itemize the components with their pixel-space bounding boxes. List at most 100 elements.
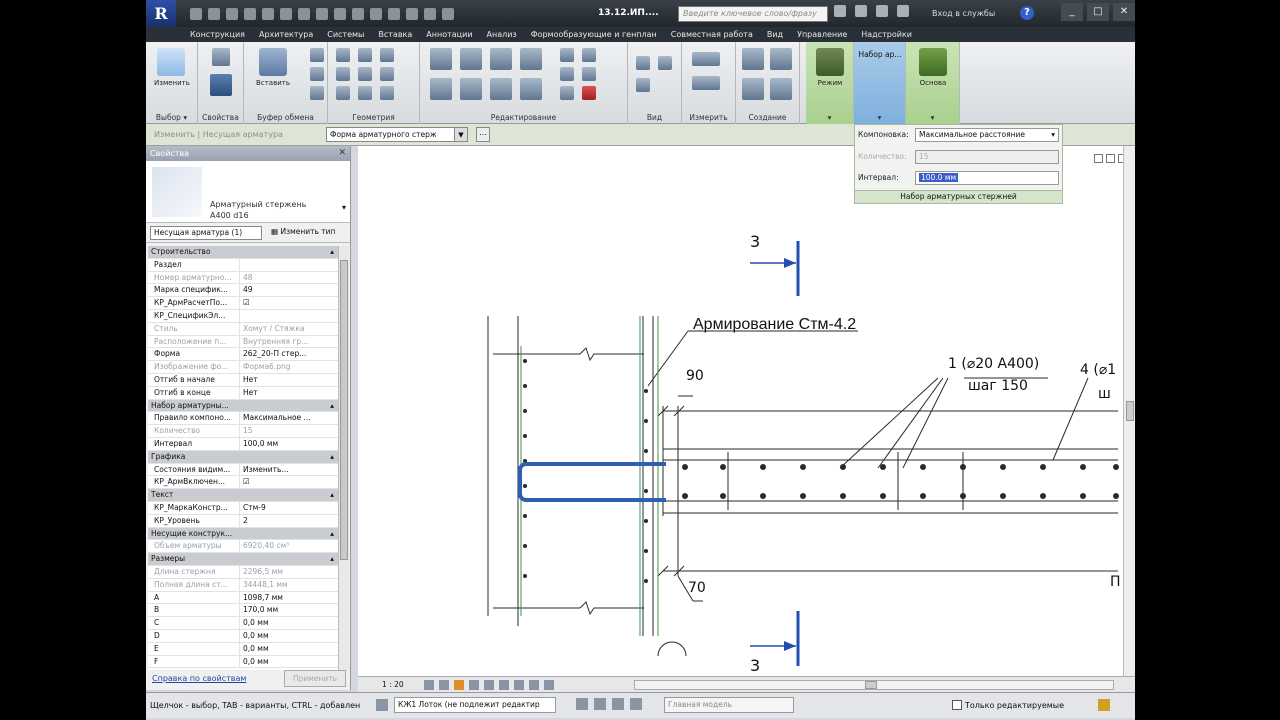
mirror-axis-icon[interactable] xyxy=(490,48,512,70)
property-row[interactable]: КР_Уровень 2 xyxy=(148,514,338,528)
property-value[interactable] xyxy=(240,310,338,322)
thin-lines-icon[interactable] xyxy=(406,7,418,20)
mirror-draw-icon[interactable] xyxy=(520,48,542,70)
sign-in-link[interactable]: Вход в службы xyxy=(932,9,995,18)
select-dropdown[interactable]: Выбор ▾ xyxy=(146,113,197,122)
align-icon[interactable] xyxy=(430,48,452,70)
property-group-header[interactable]: Строительство ▴ xyxy=(148,246,338,259)
sync-icon[interactable] xyxy=(226,7,238,20)
split-icon[interactable] xyxy=(560,48,574,62)
property-row[interactable]: Длина стержня 2296,5 мм xyxy=(148,565,338,579)
filter-funnel-icon[interactable] xyxy=(1098,699,1110,711)
property-value[interactable] xyxy=(240,259,338,271)
design-option-select[interactable]: Главная модель xyxy=(664,697,794,713)
rotate-icon[interactable] xyxy=(490,78,512,100)
create-parts-icon[interactable] xyxy=(770,48,792,70)
property-value[interactable]: Стм-9 xyxy=(240,502,338,514)
chevron-down-icon[interactable]: ▾ xyxy=(342,203,346,212)
crop-view-icon[interactable] xyxy=(484,680,494,690)
detail-level-icon[interactable] xyxy=(424,680,434,690)
split-face-icon[interactable] xyxy=(358,67,372,81)
property-row[interactable]: Отгиб в начале Нет xyxy=(148,373,338,387)
property-row[interactable]: Стиль Хомут / Стяжка xyxy=(148,322,338,336)
active-workset-select[interactable]: КЖ1 Лоток (не подлежит редактир xyxy=(394,697,556,713)
minimize-icon[interactable] xyxy=(1094,154,1103,163)
minimize-button[interactable]: _ xyxy=(1061,3,1083,21)
property-value[interactable]: ☑ xyxy=(240,297,338,309)
help-icon[interactable]: ? xyxy=(1020,6,1034,20)
cope-icon[interactable] xyxy=(336,48,350,62)
property-value[interactable]: Максимальное ... xyxy=(240,412,338,424)
editing-requests-icon[interactable] xyxy=(576,698,588,710)
property-value[interactable]: Хомут / Стяжка xyxy=(240,323,338,335)
property-value[interactable]: Форма6.png xyxy=(240,361,338,373)
visual-style-icon[interactable] xyxy=(439,680,449,690)
selected-rebar[interactable] xyxy=(518,462,666,502)
array-icon[interactable] xyxy=(560,67,574,81)
print-icon[interactable] xyxy=(280,7,292,20)
tab-massing-site[interactable]: Формообразующие и генплан xyxy=(531,30,657,39)
text-icon[interactable] xyxy=(352,7,364,20)
scale-icon[interactable] xyxy=(582,67,596,81)
dimension-icon[interactable] xyxy=(316,7,328,20)
vertical-scrollbar[interactable] xyxy=(1123,146,1135,676)
hide-icon[interactable] xyxy=(658,56,672,70)
rebar-shape-select[interactable]: Форма арматурного стерж xyxy=(326,127,468,142)
properties-icon[interactable] xyxy=(210,74,232,96)
property-row[interactable]: Количество 15 xyxy=(148,425,338,438)
drawing-canvas[interactable]: 3 3 Армирование Стм-4.2 90 70 1 (⌀20 А40… xyxy=(358,146,1135,676)
property-value[interactable]: 262_20-П стер... xyxy=(240,348,338,360)
property-value[interactable]: 48 xyxy=(240,272,338,284)
measure-between-icon[interactable] xyxy=(692,52,720,66)
tab-view[interactable]: Вид xyxy=(767,30,783,39)
lightbulb-icon[interactable] xyxy=(636,56,650,70)
3d-view-icon[interactable] xyxy=(370,7,382,20)
split-gap-icon[interactable] xyxy=(582,48,596,62)
property-row[interactable]: Объем арматуры 6920,40 см³ xyxy=(148,540,338,554)
property-value[interactable]: 0,0 мм xyxy=(240,630,338,642)
property-value[interactable]: 0,0 мм xyxy=(240,643,338,655)
copy-icon[interactable] xyxy=(310,67,324,81)
view-scale[interactable]: 1 : 20 xyxy=(382,680,404,689)
close-hidden-icon[interactable] xyxy=(424,7,436,20)
sun-path-icon[interactable] xyxy=(454,680,464,690)
tab-analysis[interactable]: Анализ xyxy=(487,30,517,39)
property-row[interactable]: Изображение фо... Форма6.png xyxy=(148,361,338,374)
property-row[interactable]: Полная длина ст... 34448,1 мм xyxy=(148,578,338,592)
property-scrollbar[interactable] xyxy=(338,246,349,670)
pick-host-button[interactable]: Основа xyxy=(916,46,950,104)
join-icon[interactable] xyxy=(380,48,394,62)
property-row[interactable]: Марка специфик... 49 xyxy=(148,284,338,298)
property-value[interactable]: Нет xyxy=(240,374,338,386)
match-type-icon[interactable] xyxy=(310,86,324,100)
section-icon[interactable] xyxy=(388,7,400,20)
property-row[interactable]: C 0,0 мм xyxy=(148,617,338,630)
edit-type-button[interactable]: ▦ Изменить тип xyxy=(268,226,346,240)
layout-select[interactable]: Максимальное расстояние ▾ xyxy=(915,128,1059,142)
property-row[interactable]: Раздел xyxy=(148,258,338,272)
override-graphics-icon[interactable] xyxy=(636,78,650,92)
shadows-icon[interactable] xyxy=(469,680,479,690)
demolish-icon[interactable] xyxy=(336,86,350,100)
search-input[interactable]: Введите ключевое слово/фразу xyxy=(678,6,828,22)
beam-join-icon[interactable] xyxy=(358,86,372,100)
property-row[interactable]: A 1098,7 мм xyxy=(148,591,338,605)
property-row[interactable]: B 170,0 мм xyxy=(148,604,338,618)
scroll-thumb[interactable] xyxy=(865,681,877,689)
paint-icon[interactable] xyxy=(380,67,394,81)
tab-addins[interactable]: Надстройки xyxy=(861,30,912,39)
property-value[interactable]: 2296,5 мм xyxy=(240,566,338,578)
tag-icon[interactable] xyxy=(334,7,346,20)
property-value[interactable]: 49 xyxy=(240,284,338,296)
measure-icon[interactable] xyxy=(298,7,310,20)
trim-extend-icon[interactable] xyxy=(520,78,542,100)
property-value[interactable]: 6920,40 см³ xyxy=(240,540,338,552)
instance-filter-select[interactable]: Несущая арматура (1) xyxy=(150,226,262,240)
property-value[interactable]: 1098,7 мм xyxy=(240,592,338,604)
property-row[interactable]: E 0,0 мм xyxy=(148,642,338,656)
tab-insert[interactable]: Вставка xyxy=(378,30,412,39)
property-value[interactable]: 15 xyxy=(240,425,338,437)
cut-icon[interactable] xyxy=(310,48,324,62)
close-button[interactable]: ✕ xyxy=(1113,3,1135,21)
property-value[interactable]: Внутренняя гр... xyxy=(240,336,338,348)
